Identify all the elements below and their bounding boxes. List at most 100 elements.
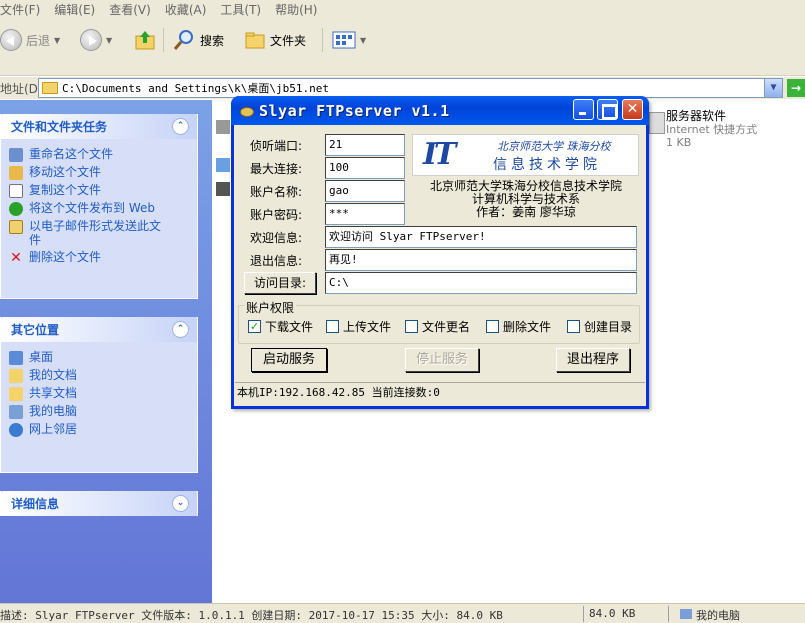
task-move[interactable]: 移动这个文件 [9, 165, 197, 180]
task-label: 复制这个文件 [29, 183, 102, 197]
logo-line1: 北京师范大学 珠海分校 [497, 140, 611, 153]
menu-edit[interactable]: 编辑(E) [54, 1, 95, 18]
details-title: 详细信息 [11, 497, 60, 511]
menu-favorites[interactable]: 收藏(A) [165, 1, 207, 18]
account-name-label: 账户名称: [250, 185, 303, 199]
checkbox-box[interactable] [567, 320, 580, 333]
task-delete[interactable]: ✕ 删除这个文件 [9, 250, 197, 265]
globe-icon [9, 202, 23, 216]
chevron-down-icon: ▼ [54, 35, 61, 45]
minimize-button[interactable] [573, 99, 594, 120]
account-name-input[interactable]: gao [325, 180, 405, 202]
dialog-status-bar: 本机IP:192.168.42.85 当前连接数:0 [235, 382, 645, 402]
collapse-icon[interactable]: ⌃ [172, 118, 189, 135]
checkbox-label: 创建目录 [584, 320, 633, 334]
details-header[interactable]: 详细信息 ⌄ [1, 491, 197, 516]
checkbox-rename[interactable]: 文件更名 [405, 318, 470, 335]
file-item-server-software[interactable]: 服务器软件 Internet 快捷方式 1 KB [666, 110, 757, 150]
place-label: 网上邻居 [29, 422, 78, 436]
file-icon [216, 120, 230, 134]
place-shared-documents[interactable]: 共享文档 [9, 386, 197, 401]
views-button[interactable]: ▼ [332, 26, 366, 54]
task-pane: 文件和文件夹任务 ⌃ 重命名这个文件 移动这个文件 复制这个文件 将这个文件发布… [0, 100, 212, 603]
welcome-label: 欢迎信息: [250, 231, 303, 245]
checkbox-box[interactable] [326, 320, 339, 333]
maximize-button[interactable] [597, 99, 618, 120]
rename-icon [9, 148, 23, 162]
checkbox-box[interactable] [405, 320, 418, 333]
exit-message-input[interactable]: 再见! [325, 249, 637, 271]
dialog-titlebar[interactable]: Slyar FTPserver v1.1 ✕ [231, 96, 649, 125]
up-folder-button[interactable] [134, 26, 156, 54]
checkbox-label: 删除文件 [503, 320, 552, 334]
account-password-input[interactable]: *** [325, 203, 405, 225]
exit-program-button[interactable]: 退出程序 [556, 348, 630, 372]
expand-icon[interactable]: ⌄ [172, 495, 189, 512]
directory-input[interactable]: C:\ [325, 272, 637, 294]
collapse-icon[interactable]: ⌃ [172, 321, 189, 338]
file-tasks-panel: 文件和文件夹任务 ⌃ 重命名这个文件 移动这个文件 复制这个文件 将这个文件发布… [0, 114, 198, 299]
checkbox-delete[interactable]: 删除文件 [486, 318, 551, 335]
file-tasks-header[interactable]: 文件和文件夹任务 ⌃ [1, 114, 197, 139]
menu-tools[interactable]: 工具(T) [220, 1, 261, 18]
task-label: 移动这个文件 [29, 165, 102, 179]
task-rename[interactable]: 重命名这个文件 [9, 147, 197, 162]
checkbox-mkdir[interactable]: 创建目录 [567, 318, 632, 335]
other-places-panel: 其它位置 ⌃ 桌面 我的文档 共享文档 我的电脑 网上邻居 [0, 317, 198, 473]
file-tasks-title: 文件和文件夹任务 [11, 120, 108, 134]
back-arrow-icon [0, 29, 22, 51]
close-button[interactable]: ✕ [622, 99, 643, 120]
info-line3: 作者：姜南 廖华琼 [476, 205, 576, 219]
task-publish-web[interactable]: 将这个文件发布到 Web [9, 201, 197, 216]
menu-view[interactable]: 查看(V) [109, 1, 151, 18]
folders-icon [245, 32, 265, 49]
place-my-computer[interactable]: 我的电脑 [9, 404, 197, 419]
chevron-down-icon: ▼ [360, 35, 367, 45]
menu-help[interactable]: 帮助(H) [275, 1, 317, 18]
stop-service-button[interactable]: 停止服务 [405, 348, 479, 372]
internet-shortcut-icon[interactable] [649, 112, 665, 134]
search-button[interactable]: 搜索 [172, 26, 224, 54]
place-label: 我的电脑 [29, 404, 78, 418]
menu-file[interactable]: 文件(F) [0, 1, 40, 18]
go-button[interactable]: → [787, 79, 805, 97]
my-documents-icon [9, 369, 23, 383]
folders-button[interactable]: 文件夹 [244, 26, 306, 54]
status-divider [583, 606, 584, 622]
port-input[interactable]: 21 [325, 134, 405, 156]
chevron-down-icon[interactable]: ▼ [764, 79, 782, 97]
status-divider [668, 606, 669, 622]
checkbox-box[interactable]: ✓ [248, 320, 261, 333]
place-label: 我的文档 [29, 368, 78, 382]
status-size: 84.0 KB [589, 607, 636, 620]
directory-button[interactable]: 访问目录: [244, 272, 316, 294]
ftp-server-dialog: Slyar FTPserver v1.1 ✕ 侦听端口: 21 最大连接: 10… [231, 96, 649, 409]
address-label: 地址(D) [0, 81, 43, 96]
status-bar: 描述: Slyar FTPserver 文件版本: 1.0.1.1 创建日期: … [0, 603, 805, 623]
start-service-button[interactable]: 启动服务 [251, 348, 327, 372]
status-zone-label: 我的电脑 [696, 609, 740, 622]
dialog-body: 侦听端口: 21 最大连接: 100 账户名称: gao 账户密码: *** I… [234, 125, 646, 409]
place-my-documents[interactable]: 我的文档 [9, 368, 197, 383]
details-panel: 详细信息 ⌄ [0, 491, 198, 516]
task-label: 重命名这个文件 [29, 147, 114, 161]
address-input[interactable]: C:\Documents and Settings\k\桌面\jb51.net … [38, 78, 783, 98]
up-folder-icon [135, 31, 155, 50]
place-desktop[interactable]: 桌面 [9, 350, 197, 365]
task-copy[interactable]: 复制这个文件 [9, 183, 197, 198]
computer-icon [680, 609, 692, 619]
welcome-input[interactable]: 欢迎访问 Slyar FTPserver! [325, 226, 637, 248]
checkbox-upload[interactable]: 上传文件 [326, 318, 391, 335]
folder-icon [42, 82, 58, 94]
institute-logo: IT 北京师范大学 珠海分校 信息技术学院 [412, 134, 639, 176]
task-email[interactable]: 以电子邮件形式发送此文件 [9, 219, 197, 247]
max-connections-input[interactable]: 100 [325, 157, 405, 179]
checkbox-box[interactable] [486, 320, 499, 333]
other-places-header[interactable]: 其它位置 ⌃ [1, 317, 197, 342]
file-size: 1 KB [666, 136, 692, 149]
copy-icon [9, 184, 23, 198]
back-button[interactable]: 后退 ▼ [0, 26, 60, 54]
checkbox-download[interactable]: ✓ 下载文件 [248, 318, 313, 335]
place-network[interactable]: 网上邻居 [9, 422, 197, 437]
forward-button[interactable]: ▼ [80, 26, 112, 54]
